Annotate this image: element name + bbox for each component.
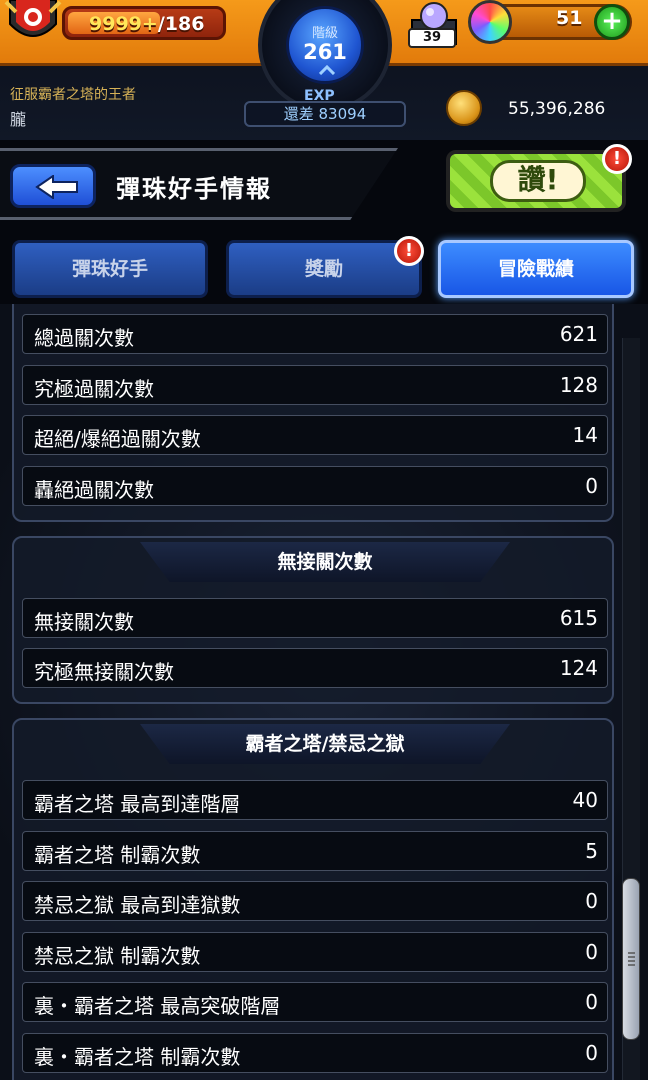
stat-label: 轟絕過關次數: [34, 478, 154, 502]
stat-label: 裏・霸者之塔 制霸次數: [34, 1045, 241, 1069]
stat-label: 總過關次數: [34, 326, 134, 350]
stat-value: 14: [572, 423, 598, 447]
stat-label: 霸者之塔 最高到達階層: [34, 792, 241, 816]
like-button[interactable]: 讚!: [446, 150, 626, 212]
tab-marble-player[interactable]: 彈珠好手: [12, 240, 208, 298]
buy-gems-plus-button[interactable]: +: [594, 4, 630, 40]
stat-value: 621: [559, 322, 598, 346]
stat-value: 0: [585, 940, 598, 964]
stat-row: 轟絕過關次數 0: [22, 466, 608, 506]
no-continue-panel: 無接關次數 無接關次數 615 究極無接關次數 124: [12, 536, 614, 704]
stat-label: 無接關次數: [34, 610, 134, 634]
stat-row: 裏・霸者之塔 制霸次數 0: [22, 1033, 608, 1073]
section-title: 霸者之塔/禁忌之獄: [140, 724, 510, 764]
stat-label: 超絕/爆絕過關次數: [34, 427, 201, 451]
rewards-alert-icon: !: [394, 236, 424, 266]
stat-label: 裏・霸者之塔 最高突破階層: [34, 994, 281, 1018]
rainbow-gem-icon: [468, 0, 512, 44]
stat-value: 0: [585, 1041, 598, 1065]
stat-value: 0: [585, 990, 598, 1014]
like-label: 讚!: [490, 160, 586, 202]
stat-label: 究極過關次數: [34, 377, 154, 401]
stamina-text: 9999+/186: [89, 13, 204, 35]
back-arrow-icon: [35, 175, 78, 199]
stat-label: 禁忌之獄 制霸次數: [34, 944, 201, 968]
stat-row: 禁忌之獄 最高到達獄數 0: [22, 881, 608, 921]
stat-row: 究極過關次數 128: [22, 365, 608, 405]
rank-label: 階級: [311, 26, 338, 41]
stamina-gauge[interactable]: 9999+/186: [62, 6, 226, 40]
stat-row: 總過關次數 621: [22, 314, 608, 354]
rank-inner-circle: 階級 261: [286, 6, 364, 84]
stat-value: 124: [559, 656, 598, 680]
stat-value: 615: [559, 606, 598, 630]
tab-adventure-record[interactable]: 冒險戰績: [438, 240, 634, 298]
stat-row: 霸者之塔 制霸次數 5: [22, 831, 608, 871]
stamina-max: /186: [157, 13, 205, 35]
back-button[interactable]: [10, 164, 96, 208]
scroll-grip-icon: [628, 952, 635, 966]
gold-coin-icon: [446, 90, 482, 126]
stat-row: 霸者之塔 最高到達階層 40: [22, 780, 608, 820]
stat-row: 超絕/爆絕過關次數 14: [22, 415, 608, 455]
stat-value: 0: [585, 889, 598, 913]
stat-value: 128: [559, 373, 598, 397]
stat-label: 霸者之塔 制霸次數: [34, 843, 201, 867]
stat-label: 究極無接關次數: [34, 660, 174, 684]
rank-up-arrow-icon: [319, 65, 335, 75]
like-alert-icon: !: [602, 144, 632, 174]
rank-value: 261: [303, 40, 347, 64]
page-title: 彈珠好手情報: [116, 175, 272, 203]
coin-count: 55,396,286: [508, 99, 606, 119]
section-title: 無接關次數: [140, 542, 510, 582]
stat-row: 裏・霸者之塔 最高突破階層 0: [22, 982, 608, 1022]
orb-count: 39: [408, 28, 456, 48]
stamina-current: 9999+: [89, 13, 158, 35]
gem-count: 51: [556, 7, 583, 29]
stat-value: 0: [585, 474, 598, 498]
player-title: 征服霸者之塔的王者: [10, 87, 136, 103]
stat-row: 禁忌之獄 制霸次數 0: [22, 932, 608, 972]
stats-scroll-area[interactable]: 總過關次數 621 究極過關次數 128 超絕/爆絕過關次數 14 轟絕過關次數…: [0, 304, 648, 1080]
stat-row: 無接關次數 615: [22, 598, 608, 638]
stat-value: 40: [572, 788, 598, 812]
stat-value: 5: [585, 839, 598, 863]
tab-rewards[interactable]: 獎勵: [226, 240, 422, 298]
stat-row: 究極無接關次數 124: [22, 648, 608, 688]
player-rank-emblem-icon: [4, 0, 62, 37]
stat-label: 禁忌之獄 最高到達獄數: [34, 893, 241, 917]
clear-count-panel: 總過關次數 621 究極過關次數 128 超絕/爆絕過關次數 14 轟絕過關次數…: [12, 304, 614, 522]
tower-prison-panel: 霸者之塔/禁忌之獄 霸者之塔 最高到達階層 40 霸者之塔 制霸次數 5 禁忌之…: [12, 718, 614, 1080]
player-name: 朧: [10, 110, 27, 129]
exp-remaining: 還差 83094: [244, 101, 406, 127]
scrollbar-thumb[interactable]: [622, 878, 640, 1040]
